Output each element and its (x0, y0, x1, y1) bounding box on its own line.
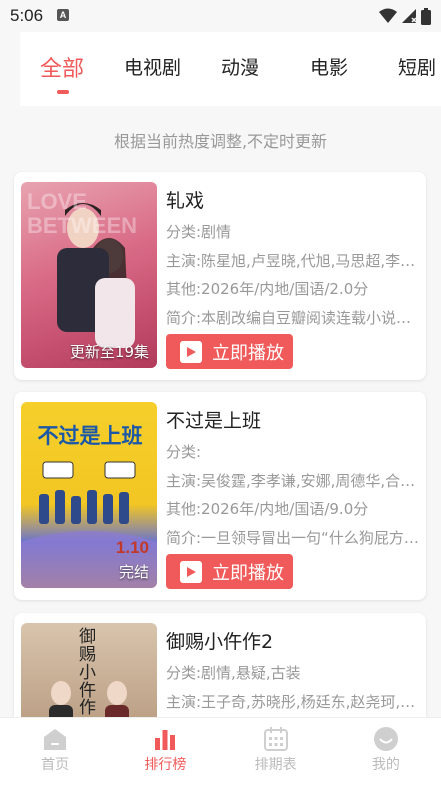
wifi-icon (379, 8, 397, 23)
poster-image[interactable]: 不过是上班 1.10 完结 (21, 402, 157, 588)
drama-cast: 主演:陈星旭,卢昱晓,代旭,马思超,李… (166, 252, 416, 270)
calendar-icon (263, 727, 288, 751)
poster-title-text: 御赐小仵作 (79, 627, 96, 719)
home-icon (44, 729, 67, 750)
update-status-badge: 更新至19集 (69, 343, 149, 361)
active-tab-indicator (57, 90, 69, 94)
play-now-label: 立即播放 (212, 342, 284, 364)
signal-icon (402, 9, 417, 23)
battery-icon (421, 7, 431, 25)
category-tabs: 全部 电视剧 动漫 电影 短剧 (20, 32, 441, 106)
nav-ranking[interactable]: 排行榜 (110, 718, 220, 785)
drama-title[interactable]: 不过是上班 (166, 406, 261, 433)
ranking-icon (155, 730, 176, 750)
update-status-badge: 完结 (118, 563, 149, 581)
play-now-button[interactable]: 立即播放 (166, 334, 293, 369)
nav-home[interactable]: 首页 (0, 718, 110, 785)
drama-card[interactable]: 不过是上班 1.10 完结 不过是上班 分类: 主演:吴俊霆,李孝谦,安娜,周德… (14, 392, 426, 600)
nav-profile-label: 我的 (371, 757, 400, 773)
nav-profile[interactable]: 我的 (331, 718, 441, 785)
drama-cast: 主演:吴俊霆,李孝谦,安娜,周德华,合… (166, 472, 416, 490)
drama-card[interactable]: LOVE BETWEEN 更新至19集 轧戏 分类:剧情 主演:陈星旭,卢昱晓,… (14, 172, 426, 380)
status-bar: 5:06 A (0, 0, 441, 32)
profile-icon (373, 727, 398, 751)
poster-title-text: 不过是上班 (37, 424, 143, 448)
drama-other-info: 其他:2026年/内地/国语/2.0分 (166, 280, 369, 298)
poster-image[interactable]: LOVE BETWEEN 更新至19集 (21, 182, 157, 368)
tab-anime[interactable]: 动漫 (221, 53, 259, 80)
bottom-nav: 首页 排行榜 排期表 我的 (0, 717, 441, 785)
status-time: 5:06 (10, 6, 44, 25)
poster-title-text: LOVE BETWEEN (27, 189, 137, 239)
drama-other-info: 其他:2026年/内地/国语/9.0分 (166, 500, 369, 518)
nav-schedule[interactable]: 排期表 (221, 718, 331, 785)
nav-schedule-label: 排期表 (254, 757, 297, 773)
play-icon (180, 560, 202, 583)
notification-a-icon: A (57, 9, 69, 21)
drama-cast: 主演:王子奇,苏晓彤,杨廷东,赵尧珂,… (166, 693, 416, 711)
tab-movie[interactable]: 电影 (310, 53, 348, 80)
nav-home-label: 首页 (41, 757, 70, 773)
poster-date-text: 1.10 (115, 538, 149, 557)
drama-intro: 简介:一旦领导冒出一句“什么狗屁方… (166, 529, 419, 547)
status-icons (379, 7, 431, 25)
play-icon (180, 340, 202, 363)
ranking-notice: 根据当前热度调整,不定时更新 (113, 132, 328, 151)
drama-title[interactable]: 轧戏 (166, 186, 204, 213)
drama-category: 分类: (166, 443, 202, 461)
tab-short-drama[interactable]: 短剧 (398, 53, 436, 80)
tab-tv-series[interactable]: 电视剧 (124, 53, 181, 80)
drama-title[interactable]: 御赐小仵作2 (166, 627, 273, 654)
play-now-label: 立即播放 (212, 562, 284, 584)
play-now-button[interactable]: 立即播放 (166, 554, 293, 589)
tab-all[interactable]: 全部 (40, 51, 84, 83)
drama-category: 分类:剧情 (166, 223, 232, 241)
nav-ranking-label: 排行榜 (144, 757, 187, 773)
drama-category: 分类:剧情,悬疑,古装 (166, 664, 301, 682)
drama-intro: 简介:本剧改编自豆瓣阅读连载小说… (166, 309, 412, 327)
